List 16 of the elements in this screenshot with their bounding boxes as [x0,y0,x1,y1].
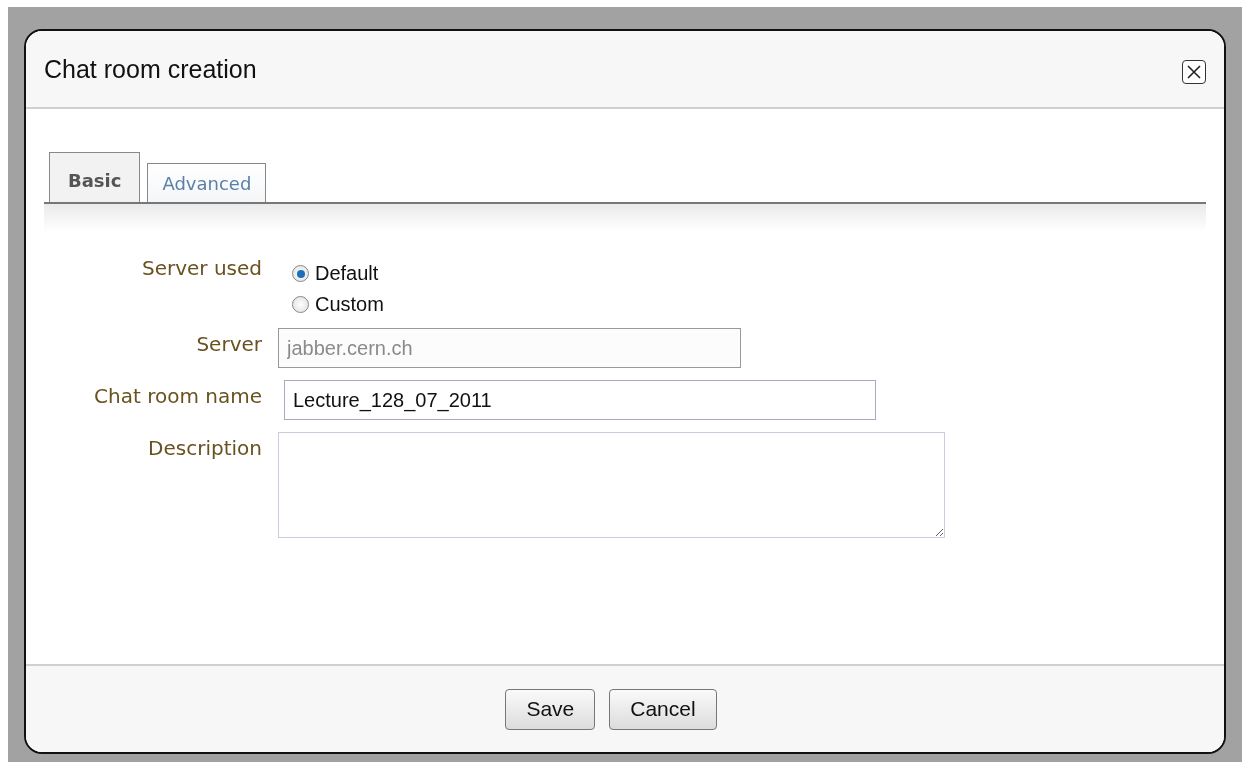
dialog-button[interactable]: Save [505,688,596,730]
radio-label[interactable]: Custom [315,293,384,316]
radio-label[interactable]: Default [315,262,379,285]
tab[interactable]: Advanced [147,163,267,202]
field-label: Chat room name [93,383,262,408]
field-label: Description [147,435,262,460]
close-icon[interactable] [1182,60,1206,84]
radio-button[interactable] [292,296,309,313]
text-field[interactable]: Lecture_128_07_2011 [284,380,876,420]
dialog-button[interactable]: Cancel [609,688,717,730]
tab[interactable]: Basic [49,152,141,202]
radio-button[interactable] [292,265,309,282]
field-label: Server used [140,256,262,280]
description-field[interactable] [278,432,945,538]
field-label: Server [195,331,262,356]
dialog-title: Chat room creation [44,54,257,84]
